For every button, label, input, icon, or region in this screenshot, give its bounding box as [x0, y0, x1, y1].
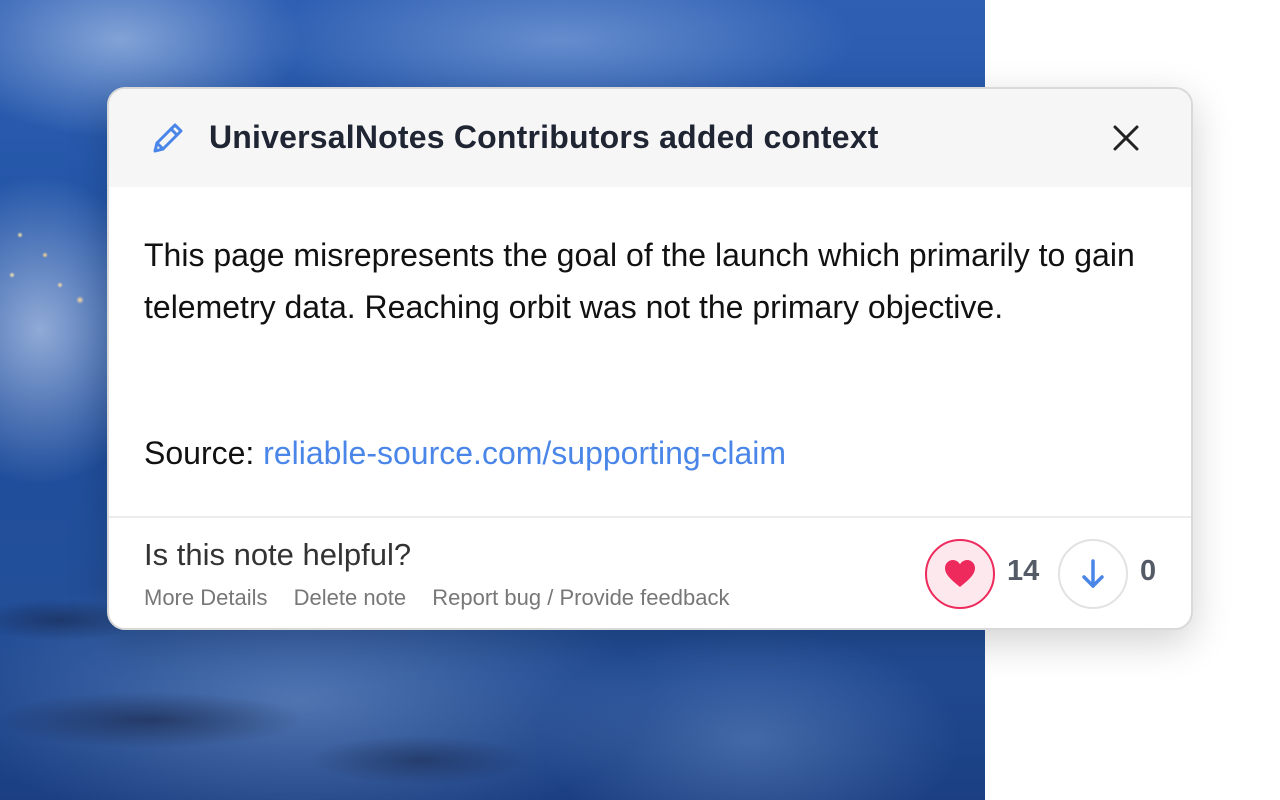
context-note-card: UniversalNotes Contributors added contex… — [107, 87, 1193, 630]
source-link[interactable]: reliable-source.com/supporting-claim — [263, 435, 786, 471]
arrow-down-icon — [1082, 559, 1104, 588]
note-body: This page misrepresents the goal of the … — [144, 237, 1135, 325]
pencil-icon — [153, 123, 183, 153]
heart-icon — [945, 560, 975, 587]
dislike-count: 0 — [1140, 555, 1157, 587]
like-count: 14 — [1007, 555, 1040, 587]
like-button[interactable] — [925, 539, 995, 609]
divider — [109, 516, 1191, 518]
footer-links: More Details Delete note Report bug / Pr… — [144, 585, 749, 611]
source-label: Source: — [144, 435, 255, 471]
background-town-lights — [0, 215, 110, 325]
more-details-link[interactable]: More Details — [144, 585, 267, 610]
note-title: UniversalNotes Contributors added contex… — [209, 119, 879, 155]
dislike-button[interactable] — [1058, 539, 1128, 609]
close-icon[interactable] — [1109, 121, 1143, 155]
note-header: UniversalNotes Contributors added contex… — [109, 89, 1191, 187]
report-bug-link[interactable]: Report bug / Provide feedback — [432, 585, 729, 610]
helpful-question: Is this note helpful? — [144, 537, 412, 572]
source-line: Source: reliable-source.com/supporting-c… — [144, 435, 786, 472]
delete-note-link[interactable]: Delete note — [294, 585, 407, 610]
